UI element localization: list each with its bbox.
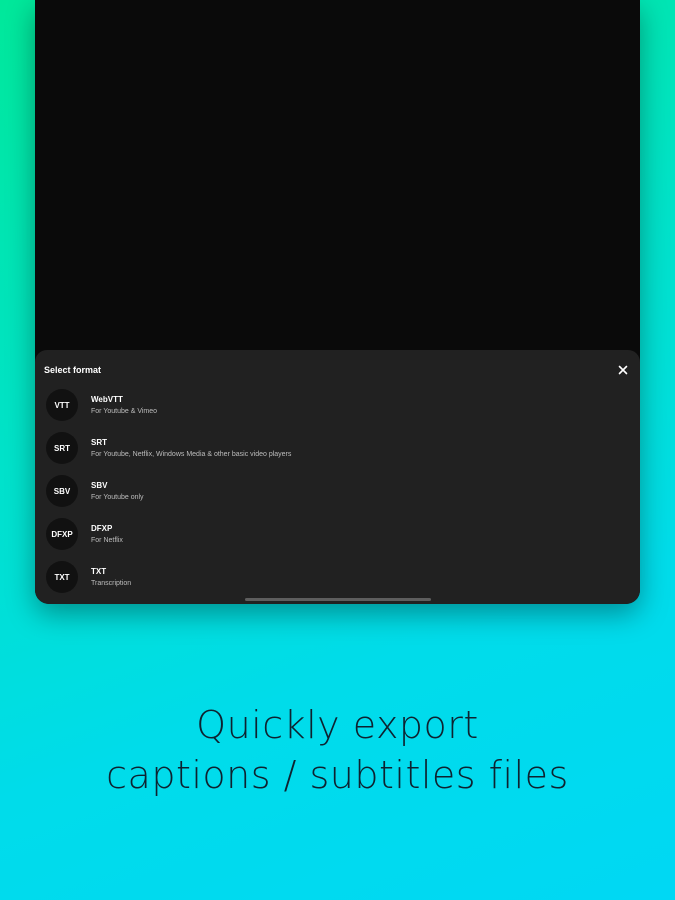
close-icon <box>618 365 628 375</box>
caption-line-2: captions / subtitles files <box>106 753 569 797</box>
device-frame: Select format VTT WebVTT For Youtube & V… <box>35 0 640 604</box>
format-badge: TXT <box>46 561 78 593</box>
format-item-sbv[interactable]: SBV SBV For Youtube only <box>35 472 640 515</box>
format-name: WebVTT <box>91 395 123 404</box>
format-description: For Youtube only <box>91 494 144 501</box>
format-name: DFXP <box>91 524 113 533</box>
format-badge: SRT <box>46 432 78 464</box>
format-badge: VTT <box>46 389 78 421</box>
format-badge: DFXP <box>46 518 78 550</box>
close-button[interactable] <box>616 363 630 377</box>
format-item-dfxp[interactable]: DFXP DFXP For Netflix <box>35 515 640 558</box>
format-description: Transcription <box>91 580 132 587</box>
caption-line-1: Quickly export <box>196 703 479 747</box>
format-badge: SBV <box>46 475 78 507</box>
format-description: For Youtube & Vimeo <box>91 408 158 415</box>
format-description: For Youtube, Netflix, Windows Media & ot… <box>91 451 292 458</box>
sheet-header: Select format <box>44 363 630 377</box>
format-item-srt[interactable]: SRT SRT For Youtube, Netflix, Windows Me… <box>35 429 640 472</box>
format-description: For Netflix <box>91 537 123 544</box>
sheet-title: Select format <box>44 365 102 375</box>
format-item-txt[interactable]: TXT TXT Transcription <box>35 558 640 601</box>
promo-caption: Quickly export captions / subtitles file… <box>0 700 675 800</box>
format-list: VTT WebVTT For Youtube & Vimeo SRT SRT F… <box>35 386 640 601</box>
select-format-sheet: Select format VTT WebVTT For Youtube & V… <box>35 350 640 604</box>
home-indicator[interactable] <box>245 598 431 601</box>
format-name: SBV <box>91 481 108 490</box>
format-item-vtt[interactable]: VTT WebVTT For Youtube & Vimeo <box>35 386 640 429</box>
format-name: TXT <box>91 567 107 576</box>
format-name: SRT <box>91 438 107 447</box>
